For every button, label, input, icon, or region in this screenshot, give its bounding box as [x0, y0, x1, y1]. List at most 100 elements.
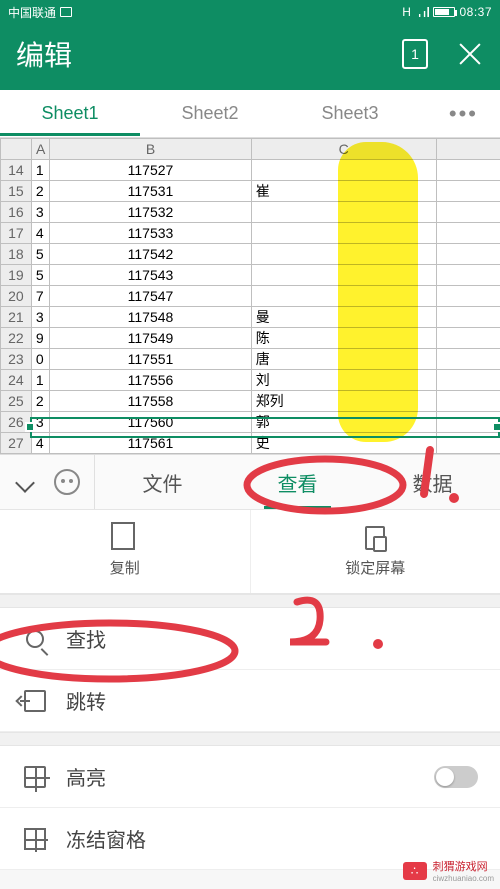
sheet-tab-more[interactable]: ••• — [427, 101, 500, 127]
highlight-toggle[interactable] — [434, 766, 478, 788]
row-header[interactable]: 17 — [1, 223, 32, 244]
cell[interactable]: 117549 — [50, 328, 251, 349]
cell[interactable]: 郭 — [251, 412, 436, 433]
table-row[interactable]: 252117558郑列 — [1, 391, 500, 412]
cell[interactable]: 唐 — [251, 349, 436, 370]
menu-jump[interactable]: 跳转 — [0, 670, 500, 732]
cell[interactable]: 4 — [31, 223, 49, 244]
tab-file[interactable]: 文件 — [95, 455, 230, 509]
cell[interactable]: 2 — [31, 181, 49, 202]
cell[interactable]: 2 — [31, 391, 49, 412]
table-row[interactable]: 263117560郭 — [1, 412, 500, 433]
row-header[interactable]: 24 — [1, 370, 32, 391]
copy-button[interactable]: 复制 — [0, 510, 250, 593]
cell[interactable]: 117531 — [50, 181, 251, 202]
cell[interactable] — [436, 433, 500, 454]
table-row[interactable]: 229117549陈 — [1, 328, 500, 349]
cell[interactable] — [436, 328, 500, 349]
tab-view[interactable]: 查看 — [230, 455, 365, 509]
lock-screen-button[interactable]: 锁定屏幕 — [250, 510, 500, 593]
col-header-c[interactable]: C — [251, 139, 436, 160]
cell[interactable]: 崔 — [251, 181, 436, 202]
table-row[interactable]: 152117531崔 — [1, 181, 500, 202]
table-row[interactable]: 163117532 — [1, 202, 500, 223]
cell[interactable] — [436, 160, 500, 181]
cell[interactable] — [251, 244, 436, 265]
row-header[interactable]: 25 — [1, 391, 32, 412]
cell[interactable] — [436, 244, 500, 265]
cell[interactable] — [436, 181, 500, 202]
cell[interactable]: 117548 — [50, 307, 251, 328]
table-row[interactable]: 174117533 — [1, 223, 500, 244]
table-row[interactable]: 213117548曼 — [1, 307, 500, 328]
cell[interactable]: 3 — [31, 202, 49, 223]
row-header[interactable]: 18 — [1, 244, 32, 265]
assistant-icon[interactable] — [54, 469, 80, 495]
cell[interactable]: 3 — [31, 412, 49, 433]
row-header[interactable]: 26 — [1, 412, 32, 433]
cell[interactable]: 117561 — [50, 433, 251, 454]
cell[interactable]: 9 — [31, 328, 49, 349]
cell[interactable] — [436, 391, 500, 412]
sheet-tab-2[interactable]: Sheet2 — [140, 91, 280, 136]
cell[interactable] — [251, 202, 436, 223]
cell[interactable] — [436, 370, 500, 391]
cell[interactable] — [436, 202, 500, 223]
cell[interactable]: 117547 — [50, 286, 251, 307]
table-row[interactable]: 207117547 — [1, 286, 500, 307]
cell[interactable]: 117542 — [50, 244, 251, 265]
cell[interactable] — [436, 265, 500, 286]
cell[interactable]: 117533 — [50, 223, 251, 244]
cell[interactable] — [436, 223, 500, 244]
cell[interactable] — [436, 307, 500, 328]
cell[interactable]: 117543 — [50, 265, 251, 286]
cell[interactable]: 117532 — [50, 202, 251, 223]
row-header[interactable]: 20 — [1, 286, 32, 307]
col-header-b[interactable]: B — [50, 139, 251, 160]
cell[interactable]: 5 — [31, 265, 49, 286]
sheet-tab-1[interactable]: Sheet1 — [0, 91, 140, 136]
col-header-d[interactable] — [436, 139, 500, 160]
cell[interactable]: 0 — [31, 349, 49, 370]
cell[interactable] — [436, 412, 500, 433]
row-header[interactable]: 15 — [1, 181, 32, 202]
cell[interactable]: 4 — [31, 433, 49, 454]
cell[interactable]: 刘 — [251, 370, 436, 391]
cell[interactable]: 3 — [31, 307, 49, 328]
cell[interactable]: 117527 — [50, 160, 251, 181]
cell[interactable]: 5 — [31, 244, 49, 265]
cell[interactable]: 117558 — [50, 391, 251, 412]
table-row[interactable]: 230117551唐 — [1, 349, 500, 370]
cell[interactable] — [251, 223, 436, 244]
cell[interactable]: 117551 — [50, 349, 251, 370]
row-header[interactable]: 22 — [1, 328, 32, 349]
sheet-tab-3[interactable]: Sheet3 — [280, 91, 420, 136]
col-header-a[interactable]: A — [31, 139, 49, 160]
cell[interactable]: 117556 — [50, 370, 251, 391]
corner-cell[interactable] — [1, 139, 32, 160]
cell[interactable] — [436, 286, 500, 307]
cell[interactable] — [251, 286, 436, 307]
row-header[interactable]: 21 — [1, 307, 32, 328]
table-row[interactable]: 195117543 — [1, 265, 500, 286]
cell[interactable]: 郑列 — [251, 391, 436, 412]
row-header[interactable]: 23 — [1, 349, 32, 370]
cell[interactable]: 1 — [31, 370, 49, 391]
row-header[interactable]: 16 — [1, 202, 32, 223]
cell[interactable] — [251, 265, 436, 286]
menu-highlight[interactable]: 高亮 — [0, 746, 500, 808]
cell[interactable]: 117560 — [50, 412, 251, 433]
close-button[interactable] — [456, 40, 484, 68]
table-row[interactable]: 241117556刘 — [1, 370, 500, 391]
table-row[interactable]: 274117561史 — [1, 433, 500, 454]
table-row[interactable]: 141117527 — [1, 160, 500, 181]
cell[interactable]: 史 — [251, 433, 436, 454]
menu-search[interactable]: 查找 — [0, 608, 500, 670]
cell[interactable]: 陈 — [251, 328, 436, 349]
cell[interactable] — [436, 349, 500, 370]
tab-data[interactable]: 数据 — [365, 455, 500, 509]
spreadsheet[interactable]: ABC141117527152117531崔163117532174117533… — [0, 138, 500, 454]
cell[interactable]: 1 — [31, 160, 49, 181]
table-row[interactable]: 185117542 — [1, 244, 500, 265]
row-header[interactable]: 19 — [1, 265, 32, 286]
